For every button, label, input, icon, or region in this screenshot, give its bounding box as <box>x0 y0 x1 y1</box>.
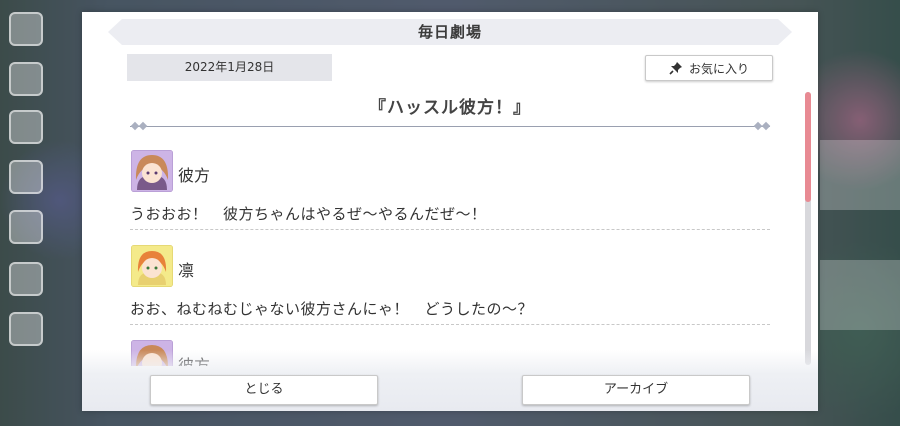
expand-icon <box>9 312 43 346</box>
archive-button[interactable]: アーカイブ <box>522 375 750 405</box>
screen-icon <box>9 210 43 244</box>
camera-icon <box>9 262 43 296</box>
kanata-avatar <box>131 150 173 192</box>
menu-icon <box>9 12 43 46</box>
story-title: 『ハッスル彼方！』 <box>369 98 531 118</box>
scrollbar-thumb[interactable] <box>805 92 811 202</box>
daily-theater-dialog: 毎日劇場 2022年1月28日 お気に入り 『ハッスル彼方！』 彼方 うおおお！… <box>82 12 818 411</box>
dialogue-line: うおおお！ 彼方ちゃんはやるぜ〜やるんだぜ〜！ <box>130 205 487 223</box>
dialogue-entry: 彼方 うおおお！ 彼方ちゃんはやるぜ〜やるんだぜ〜！ <box>122 142 770 237</box>
dialogue-entry: 凛 おお、ねむねむじゃない彼方さんにゃ！ どうしたの〜？ <box>122 237 770 332</box>
rin-avatar <box>131 245 173 287</box>
dialog-header: 毎日劇場 <box>108 19 792 45</box>
right-menu-tile <box>820 260 900 330</box>
date-label: 2022年1月28日 <box>127 54 332 81</box>
dialogue-line: おお、ねむねむじゃない彼方さんにゃ！ どうしたの〜？ <box>130 300 534 318</box>
dialogue-scrollbar[interactable] <box>805 92 811 365</box>
speaker-name: 彼方 <box>178 166 211 185</box>
pin-icon <box>669 62 682 75</box>
present-icon <box>9 110 43 144</box>
chat-icon <box>9 62 43 96</box>
gift-icon <box>9 160 43 194</box>
dialogue-list[interactable]: 彼方 うおおお！ 彼方ちゃんはやるぜ〜やるんだぜ〜！ 凛 おお、ねむねむじゃない… <box>122 142 770 366</box>
entry-separator <box>130 324 770 325</box>
title-divider <box>130 126 770 127</box>
favorite-button-label: お気に入り <box>688 61 749 76</box>
right-menu-tile <box>820 140 900 210</box>
divider-ornament <box>761 121 771 131</box>
divider-ornament <box>138 121 148 131</box>
dialog-title: 毎日劇場 <box>417 23 482 41</box>
speaker-name: 凛 <box>178 261 195 280</box>
entry-separator <box>130 229 770 230</box>
favorite-button[interactable]: お気に入り <box>645 55 773 81</box>
close-button[interactable]: とじる <box>150 375 378 405</box>
